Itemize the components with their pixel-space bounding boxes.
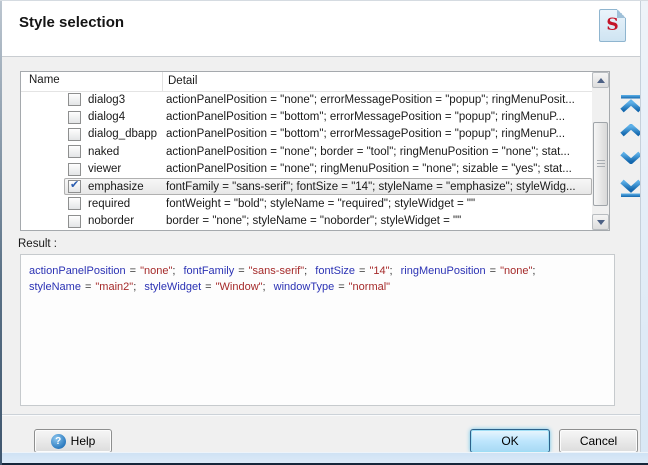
result-pair: ringMenuPosition="none"; [401, 263, 536, 279]
move-up-icon [620, 124, 642, 137]
style-detail: actionPanelPosition = "none"; border = "… [164, 146, 592, 158]
table-scrollbar[interactable] [592, 72, 609, 230]
help-button-label: Help [71, 434, 96, 448]
result-box: actionPanelPosition="none"; fontFamily="… [20, 254, 615, 406]
move-to-bottom-button[interactable] [620, 179, 642, 197]
style-detail: actionPanelPosition = "none"; errorMessa… [164, 94, 592, 106]
move-to-top-button[interactable] [620, 95, 642, 113]
table-row[interactable]: emphasize fontFamily = "sans-serif"; fon… [21, 178, 592, 195]
style-name: dialog_dbapp [88, 128, 162, 140]
scroll-up-button[interactable] [592, 72, 609, 88]
ok-button[interactable]: OK [470, 429, 550, 453]
row-content[interactable]: dialog_dbapp actionPanelPosition = "bott… [64, 126, 592, 143]
cancel-button-label: Cancel [580, 434, 617, 448]
result-pair: actionPanelPosition="none"; [29, 263, 175, 279]
window-left-edge [0, 1, 2, 465]
row-content[interactable]: dialog4 actionPanelPosition = "bottom"; … [64, 108, 592, 125]
result-label: Result : [18, 238, 57, 250]
move-to-top-icon [620, 95, 642, 113]
result-pair: fontSize="14"; [315, 263, 392, 279]
scroll-down-button[interactable] [592, 214, 609, 230]
row-content[interactable]: dialog3 actionPanelPosition = "none"; er… [64, 91, 592, 108]
table-row[interactable]: noborder border = "none"; styleName = "n… [21, 213, 592, 230]
window-right-edge [640, 1, 648, 465]
table-row[interactable]: required fontWeight = "bold"; styleName … [21, 195, 592, 212]
style-selection-dialog: Style selection S Name Detail dialog3 ac… [0, 0, 648, 465]
page-fold-corner [617, 9, 626, 18]
style-name: emphasize [88, 181, 162, 193]
style-name: naked [88, 146, 162, 158]
thumb-grip [597, 160, 605, 168]
row-content[interactable]: noborder border = "none"; styleName = "n… [64, 213, 592, 230]
style-detail: actionPanelPosition = "none"; ringMenuPo… [164, 163, 592, 175]
row-content[interactable]: emphasize fontFamily = "sans-serif"; fon… [64, 178, 592, 195]
checkbox[interactable] [68, 180, 81, 193]
move-down-icon [620, 151, 642, 164]
question-circle-icon [51, 434, 66, 449]
checkbox[interactable] [68, 111, 81, 124]
triangle-up-icon [597, 78, 605, 83]
result-pair: styleWidget="Window"; [144, 279, 265, 295]
scrollbar-thumb[interactable] [593, 122, 608, 206]
table-row[interactable]: dialog_dbapp actionPanelPosition = "bott… [21, 126, 592, 143]
style-detail: actionPanelPosition = "bottom"; errorMes… [164, 128, 592, 140]
style-detail: border = "none"; styleName = "noborder";… [164, 215, 592, 227]
style-name: dialog3 [88, 94, 162, 106]
result-pair: fontFamily="sans-serif"; [183, 263, 307, 279]
table-row[interactable]: dialog4 actionPanelPosition = "bottom"; … [21, 108, 592, 125]
table-row[interactable]: dialog3 actionPanelPosition = "none"; er… [21, 91, 592, 108]
window-bottom-edge [0, 452, 648, 465]
dialog-title: Style selection [19, 14, 124, 31]
row-content[interactable]: required fontWeight = "bold"; styleName … [64, 195, 592, 212]
result-pair: styleName="main2"; [29, 279, 136, 295]
style-name: required [88, 198, 162, 210]
row-content[interactable]: viewer actionPanelPosition = "none"; rin… [64, 161, 592, 178]
checkbox[interactable] [68, 93, 81, 106]
table-body: dialog3 actionPanelPosition = "none"; er… [21, 91, 592, 230]
checkbox[interactable] [68, 197, 81, 210]
style-detail: fontWeight = "bold"; styleName = "requir… [164, 198, 592, 210]
style-list-table: Name Detail dialog3 actionPanelPosition … [20, 71, 610, 231]
button-bar-separator [2, 414, 640, 416]
s-document-icon: S [599, 9, 626, 42]
move-to-bottom-icon [620, 179, 642, 197]
table-header-row: Name Detail [21, 72, 609, 92]
app-icon-letter: S [606, 15, 618, 35]
style-detail: fontFamily = "sans-serif"; fontSize = "1… [164, 181, 592, 193]
style-name: viewer [88, 163, 162, 175]
dialog-header: Style selection S [1, 1, 648, 57]
result-pair: windowType="normal" [274, 279, 390, 295]
ok-button-label: OK [501, 434, 518, 448]
triangle-down-icon [597, 220, 605, 225]
checkbox[interactable] [68, 145, 81, 158]
help-button[interactable]: Help [34, 429, 112, 453]
checkbox[interactable] [68, 215, 81, 228]
style-name: noborder [88, 215, 162, 227]
table-row[interactable]: naked actionPanelPosition = "none"; bord… [21, 143, 592, 160]
style-name: dialog4 [88, 111, 162, 123]
checkbox[interactable] [68, 128, 81, 141]
table-row[interactable]: viewer actionPanelPosition = "none"; rin… [21, 161, 592, 178]
move-down-button[interactable] [620, 151, 642, 164]
column-header-name[interactable]: Name [29, 74, 60, 86]
column-header-detail[interactable]: Detail [162, 72, 197, 91]
style-detail: actionPanelPosition = "bottom"; errorMes… [164, 111, 592, 123]
cancel-button[interactable]: Cancel [559, 429, 638, 453]
move-up-button[interactable] [620, 124, 642, 137]
checkbox[interactable] [68, 163, 81, 176]
row-content[interactable]: naked actionPanelPosition = "none"; bord… [64, 143, 592, 160]
